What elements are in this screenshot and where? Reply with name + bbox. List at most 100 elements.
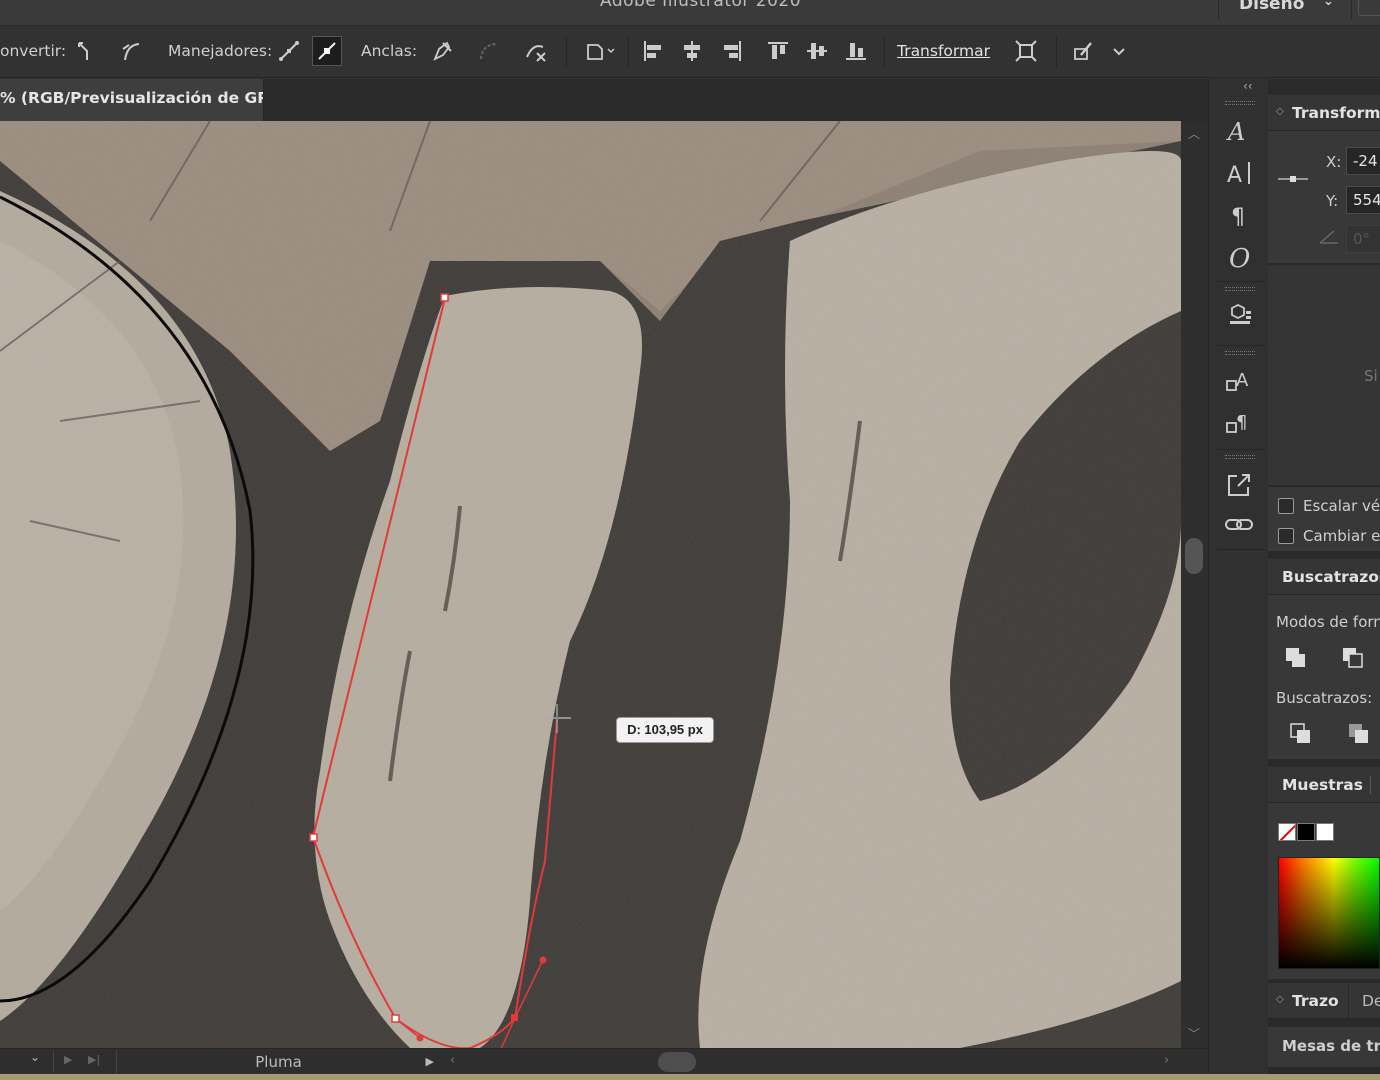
scale-strokes-checkbox[interactable]: [1278, 498, 1294, 514]
transform-title: Transforma: [1292, 104, 1380, 122]
workspace-switcher[interactable]: Diseño ⌄: [1218, 0, 1352, 20]
trim-icon: [1349, 724, 1368, 743]
grip: [1225, 101, 1255, 105]
paragraph-button[interactable]: ¶: [1221, 197, 1257, 233]
connect-anchors-button[interactable]: [473, 36, 503, 66]
align-top-button[interactable]: [763, 36, 793, 66]
svg-text:O: O: [1229, 244, 1250, 272]
document-tab[interactable]: % (RGB/Previsualización de GPU): [0, 79, 264, 121]
status-bar: ⌄ ▶ ▶| Pluma ▶ ‹ ›: [0, 1048, 1208, 1074]
stroke-panel-header[interactable]: ◇ Trazo De: [1268, 983, 1380, 1019]
divide-button[interactable]: [1288, 721, 1314, 747]
change-checkbox[interactable]: [1278, 528, 1294, 544]
script-a-icon: A: [1226, 118, 1245, 146]
reference-point-icon: [1278, 176, 1308, 182]
pathfinder-panel-header[interactable]: Buscatrazos: [1268, 559, 1380, 595]
libraries-icon: [1230, 303, 1251, 324]
title-bar: Adobe Illustrator 2020 Diseño ⌄: [0, 0, 1380, 26]
none-swatch-icon: [1279, 824, 1295, 840]
align-left-icon: [644, 41, 661, 61]
swatches-panel-header[interactable]: Muestras: [1268, 767, 1380, 803]
svg-text:A: A: [1226, 118, 1245, 146]
align-vcenter-button[interactable]: [802, 36, 832, 66]
scroll-down-icon[interactable]: ﹀: [1188, 1025, 1200, 1042]
character-icon: A: [1227, 162, 1250, 188]
swatches-title: Muestras: [1282, 776, 1363, 794]
collapse-diamond-icon: ◇: [1276, 106, 1284, 117]
opentype-button[interactable]: O: [1221, 239, 1257, 275]
search-button[interactable]: [1358, 0, 1380, 16]
y-field[interactable]: 554: [1346, 186, 1380, 214]
transform-panel-header[interactable]: ◇ Transforma: [1268, 95, 1380, 131]
trim-button[interactable]: [1346, 721, 1372, 747]
svg-text:A: A: [1227, 163, 1242, 188]
char-styles-panel-button[interactable]: A: [1221, 363, 1257, 399]
shape-dropdown-icon: [587, 44, 615, 60]
artboards-panel-header[interactable]: Mesas de tra: [1268, 1027, 1380, 1067]
links-button[interactable]: [1221, 507, 1257, 543]
clip-mask-dropdown[interactable]: [580, 36, 620, 66]
show-handles-icon: [279, 41, 299, 61]
unite-button[interactable]: [1283, 645, 1309, 671]
swatch-none[interactable]: [1278, 823, 1296, 841]
isolate-object-button[interactable]: [1011, 36, 1041, 66]
para-styles-panel-button[interactable]: ¶: [1221, 405, 1257, 441]
control-bar: onvertir: Manejadores: Anclas: Transform…: [0, 26, 1380, 78]
scroll-right-icon[interactable]: ›: [1164, 1053, 1169, 1068]
convert-to-corner-button[interactable]: [72, 36, 102, 66]
svg-text:¶: ¶: [1236, 412, 1247, 433]
align-left-button[interactable]: [638, 36, 668, 66]
puppet-warp-button[interactable]: [1068, 36, 1098, 66]
cut-path-button[interactable]: [520, 36, 550, 66]
grip: [1225, 351, 1255, 355]
export-button[interactable]: [1221, 467, 1257, 503]
export-icon: [1228, 474, 1250, 496]
character-styles-icon: A: [1226, 370, 1249, 391]
transform-options: Escalar vér Cambiar es: [1268, 487, 1380, 551]
collapse-icon[interactable]: ‹‹: [1243, 79, 1253, 93]
transform-link[interactable]: Transformar: [897, 42, 990, 60]
align-bottom-button[interactable]: [841, 36, 871, 66]
last-artboard-icon[interactable]: ▶|: [88, 1053, 100, 1066]
panel-dock: ◇ Transforma X: -24 Y: 554 0° Si Escalar…: [1268, 79, 1380, 1074]
bounding-box-icon: [1015, 40, 1037, 62]
edit-shape-icon: [1074, 42, 1092, 60]
pen-remove-icon: [433, 41, 452, 61]
vertical-scroll-thumb[interactable]: [1185, 538, 1203, 574]
vertical-scrollbar[interactable]: ︿ ﹀: [1181, 121, 1208, 1048]
scroll-up-icon[interactable]: ︿: [1188, 125, 1200, 142]
angle-field[interactable]: 0°: [1346, 225, 1380, 253]
artboard-canvas[interactable]: D: 103,95 px: [0, 121, 1181, 1048]
next-artboard-icon[interactable]: ▶: [64, 1053, 72, 1066]
stroke-tab2[interactable]: De: [1362, 992, 1380, 1010]
character-button[interactable]: A: [1221, 155, 1257, 191]
color-spectrum[interactable]: [1278, 857, 1380, 969]
libraries-button[interactable]: [1221, 299, 1257, 335]
zoom-dropdown[interactable]: ⌄: [20, 1050, 54, 1072]
hide-handles-button[interactable]: [312, 36, 342, 66]
app-title: Adobe Illustrator 2020: [600, 0, 802, 11]
link-icon: [1225, 519, 1253, 530]
scale-strokes-label: Escalar vér: [1303, 497, 1380, 515]
convert-to-smooth-button[interactable]: [116, 36, 146, 66]
horizontal-scroll-thumb[interactable]: [658, 1052, 696, 1072]
svg-text:A: A: [1236, 370, 1249, 391]
show-handles-button[interactable]: [274, 36, 304, 66]
pathfinder-title: Buscatrazos: [1282, 568, 1380, 586]
scroll-left-icon[interactable]: ‹: [450, 1053, 455, 1068]
swatch-white[interactable]: [1316, 823, 1334, 841]
dock-edge: [0, 1074, 1380, 1080]
x-field[interactable]: -24: [1346, 147, 1380, 175]
svg-text:¶: ¶: [1231, 205, 1245, 230]
current-tool-indicator[interactable]: Pluma ▶: [116, 1050, 440, 1074]
minus-front-button[interactable]: [1340, 645, 1366, 671]
artwork-photo: [0, 121, 1181, 1048]
align-hcenter-button[interactable]: [677, 36, 707, 66]
align-right-button[interactable]: [717, 36, 747, 66]
chevron-down-icon: ⌄: [30, 1050, 41, 1064]
remove-anchor-button[interactable]: [426, 36, 456, 66]
align-bottom-icon: [846, 43, 866, 60]
swatch-black[interactable]: [1297, 823, 1315, 841]
character-styles-button[interactable]: A: [1221, 113, 1257, 149]
more-options-dropdown[interactable]: [1104, 36, 1134, 66]
